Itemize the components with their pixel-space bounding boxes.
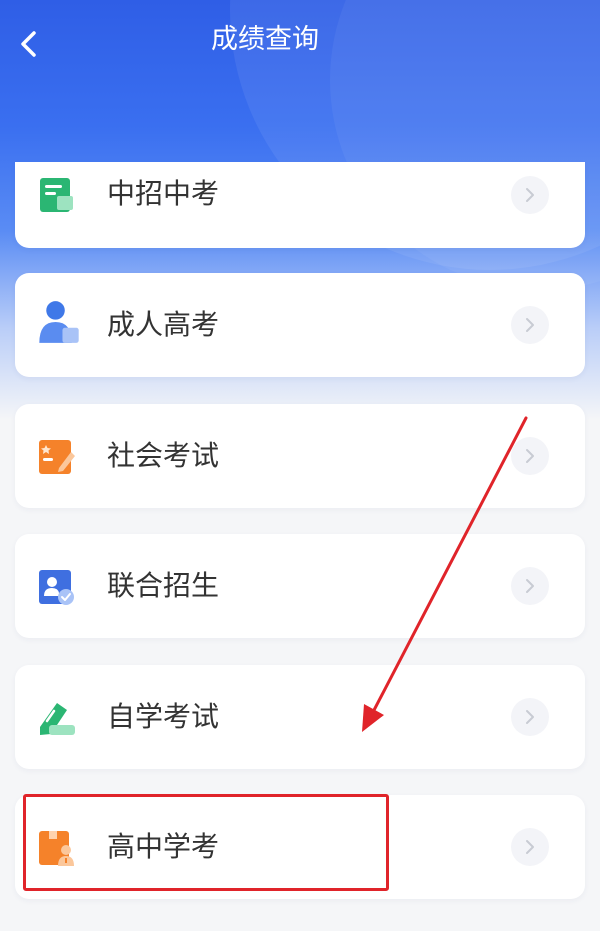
- chevron-right-icon: [511, 437, 549, 475]
- chevron-right-icon: [511, 176, 549, 214]
- chevron-right-icon: [511, 306, 549, 344]
- menu-item-label: 自学考试: [107, 700, 220, 733]
- menu-item-label: 联合招生: [107, 569, 220, 602]
- page-title: 成绩查询: [211, 24, 319, 55]
- menu-item-lianhe-zhaosheng[interactable]: 联合招生: [15, 534, 585, 638]
- menu-item-zixue-kaoshi[interactable]: 自学考试: [15, 665, 585, 769]
- adult-student-icon: [39, 301, 79, 343]
- menu-item-gaozhong-xuekao[interactable]: 高中学考: [15, 795, 585, 899]
- chevron-right-icon: [511, 567, 549, 605]
- menu-item-zhongzhao-zhongkao[interactable]: 中招中考: [15, 162, 585, 248]
- graduation-pen-icon: [40, 703, 75, 735]
- menu-item-label: 中招中考: [107, 177, 220, 210]
- chevron-right-icon: [511, 698, 549, 736]
- menu-item-label: 高中学考: [107, 830, 220, 863]
- menu-item-shehui-kaoshi[interactable]: 社会考试: [15, 404, 585, 508]
- edit-document-icon: [39, 440, 75, 474]
- document-card-icon: [40, 178, 73, 212]
- chevron-right-icon: [511, 828, 549, 866]
- menu-item-label: 成人高考: [107, 308, 220, 341]
- menu-item-chengren-gaokao[interactable]: 成人高考: [15, 273, 585, 377]
- student-book-icon: [39, 831, 74, 866]
- user-verified-icon: [39, 570, 74, 605]
- menu-item-label: 社会考试: [107, 439, 220, 472]
